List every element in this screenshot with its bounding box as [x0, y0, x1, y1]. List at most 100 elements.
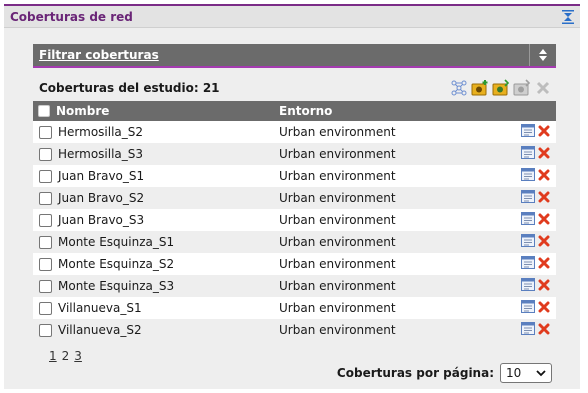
per-page-select[interactable]: 10 [500, 363, 552, 383]
panel-title: Coberturas de red [10, 9, 133, 24]
table-row[interactable]: Monte Esquinza_S2 Urban environment [33, 253, 556, 275]
delete-coverage-button[interactable] [534, 79, 552, 97]
edit-icon [521, 300, 535, 313]
page-current: 2 [61, 349, 70, 363]
export-coverage-button[interactable] [513, 79, 531, 97]
row-checkbox[interactable] [39, 323, 52, 337]
coverage-environment: Urban environment [279, 301, 396, 315]
delete-button[interactable] [538, 125, 550, 140]
panel-header: Coberturas de red [4, 6, 580, 28]
delete-button[interactable] [538, 279, 550, 294]
add-coverage-icon [471, 80, 488, 96]
table-row[interactable]: Juan Bravo_S1 Urban environment [33, 165, 556, 187]
filter-toggle-button[interactable] [529, 44, 556, 66]
edit-button[interactable] [521, 278, 535, 294]
edit-icon [521, 190, 535, 203]
coverage-name: Hermosilla_S2 [58, 125, 144, 139]
table-row[interactable]: Villanueva_S1 Urban environment [33, 297, 556, 319]
row-checkbox[interactable] [39, 191, 52, 205]
table-row[interactable]: Juan Bravo_S3 Urban environment [33, 209, 556, 231]
import-coverage-button[interactable] [492, 79, 510, 97]
delete-icon [538, 323, 550, 334]
coverage-name: Hermosilla_S3 [58, 147, 144, 161]
delete-icon [538, 147, 550, 158]
coverage-name: Monte Esquinza_S3 [58, 279, 175, 293]
filter-bar: Filtrar coberturas [33, 44, 556, 68]
study-count-label: Coberturas del estudio: 21 [39, 81, 220, 95]
delete-icon [538, 169, 550, 180]
edit-button[interactable] [521, 256, 535, 272]
table-row[interactable]: Hermosilla_S3 Urban environment [33, 143, 556, 165]
delete-button[interactable] [538, 235, 550, 250]
coverage-name: Villanueva_S1 [58, 301, 142, 315]
delete-icon [538, 235, 550, 246]
coverage-environment: Urban environment [279, 169, 396, 183]
table-row[interactable]: Hermosilla_S2 Urban environment [33, 121, 556, 143]
delete-icon [538, 125, 550, 136]
network-button[interactable] [450, 79, 468, 97]
table-row[interactable]: Monte Esquinza_S3 Urban environment [33, 275, 556, 297]
edit-icon [521, 256, 535, 269]
coverage-environment: Urban environment [279, 279, 396, 293]
row-checkbox[interactable] [39, 279, 52, 293]
edit-icon [521, 234, 535, 247]
network-icon [451, 80, 467, 96]
table-header-row: Nombre Entorno [33, 101, 556, 121]
per-page-control: Coberturas por página: 10 [337, 363, 552, 383]
row-checkbox[interactable] [39, 213, 52, 227]
edit-button[interactable] [521, 322, 535, 338]
coverage-panel: Coberturas de red Filtrar coberturas Cob… [4, 4, 580, 389]
delete-icon [538, 301, 550, 312]
add-coverage-button[interactable] [471, 79, 489, 97]
coverage-environment: Urban environment [279, 191, 396, 205]
coverage-environment: Urban environment [279, 323, 396, 337]
page-link[interactable]: 1 [49, 349, 57, 363]
edit-button[interactable] [521, 234, 535, 250]
edit-button[interactable] [521, 168, 535, 184]
chevron-down-icon [536, 369, 546, 376]
row-checkbox[interactable] [39, 125, 52, 139]
select-all-checkbox[interactable] [38, 105, 50, 117]
per-page-value: 10 [506, 366, 522, 380]
coverage-toolbar [450, 79, 556, 97]
edit-button[interactable] [521, 300, 535, 316]
page-link[interactable]: 3 [74, 349, 82, 363]
edit-button[interactable] [521, 124, 535, 140]
column-header-name[interactable]: Nombre [56, 104, 109, 118]
table-row[interactable]: Villanueva_S2 Urban environment [33, 319, 556, 341]
delete-button[interactable] [538, 257, 550, 272]
coverage-name: Monte Esquinza_S2 [58, 257, 175, 271]
delete-button[interactable] [538, 169, 550, 184]
delete-icon [538, 279, 550, 290]
coverage-environment: Urban environment [279, 257, 396, 271]
study-count-row: Coberturas del estudio: 21 [33, 75, 556, 101]
table-row[interactable]: Monte Esquinza_S1 Urban environment [33, 231, 556, 253]
coverage-name: Juan Bravo_S2 [58, 191, 145, 205]
table-row[interactable]: Juan Bravo_S2 Urban environment [33, 187, 556, 209]
collapse-icon[interactable] [562, 9, 574, 24]
delete-button[interactable] [538, 147, 550, 162]
edit-icon [521, 168, 535, 181]
delete-button[interactable] [538, 191, 550, 206]
delete-button[interactable] [538, 301, 550, 316]
row-checkbox[interactable] [39, 235, 52, 249]
row-checkbox[interactable] [39, 147, 52, 161]
row-checkbox[interactable] [39, 301, 52, 315]
coverage-name: Juan Bravo_S3 [58, 213, 145, 227]
coverage-name: Villanueva_S2 [58, 323, 142, 337]
coverage-content: Filtrar coberturas Coberturas del estudi… [33, 44, 556, 363]
row-checkbox[interactable] [39, 257, 52, 271]
delete-button[interactable] [538, 323, 550, 338]
import-coverage-icon [492, 79, 510, 96]
delete-button[interactable] [538, 213, 550, 228]
column-header-environment[interactable]: Entorno [279, 104, 332, 118]
edit-button[interactable] [521, 190, 535, 206]
edit-icon [521, 322, 535, 335]
filter-coverages-link[interactable]: Filtrar coberturas [33, 48, 159, 62]
coverage-name: Juan Bravo_S1 [58, 169, 145, 183]
row-checkbox[interactable] [39, 169, 52, 183]
edit-button[interactable] [521, 212, 535, 228]
edit-icon [521, 124, 535, 137]
edit-button[interactable] [521, 146, 535, 162]
delete-icon [538, 213, 550, 224]
